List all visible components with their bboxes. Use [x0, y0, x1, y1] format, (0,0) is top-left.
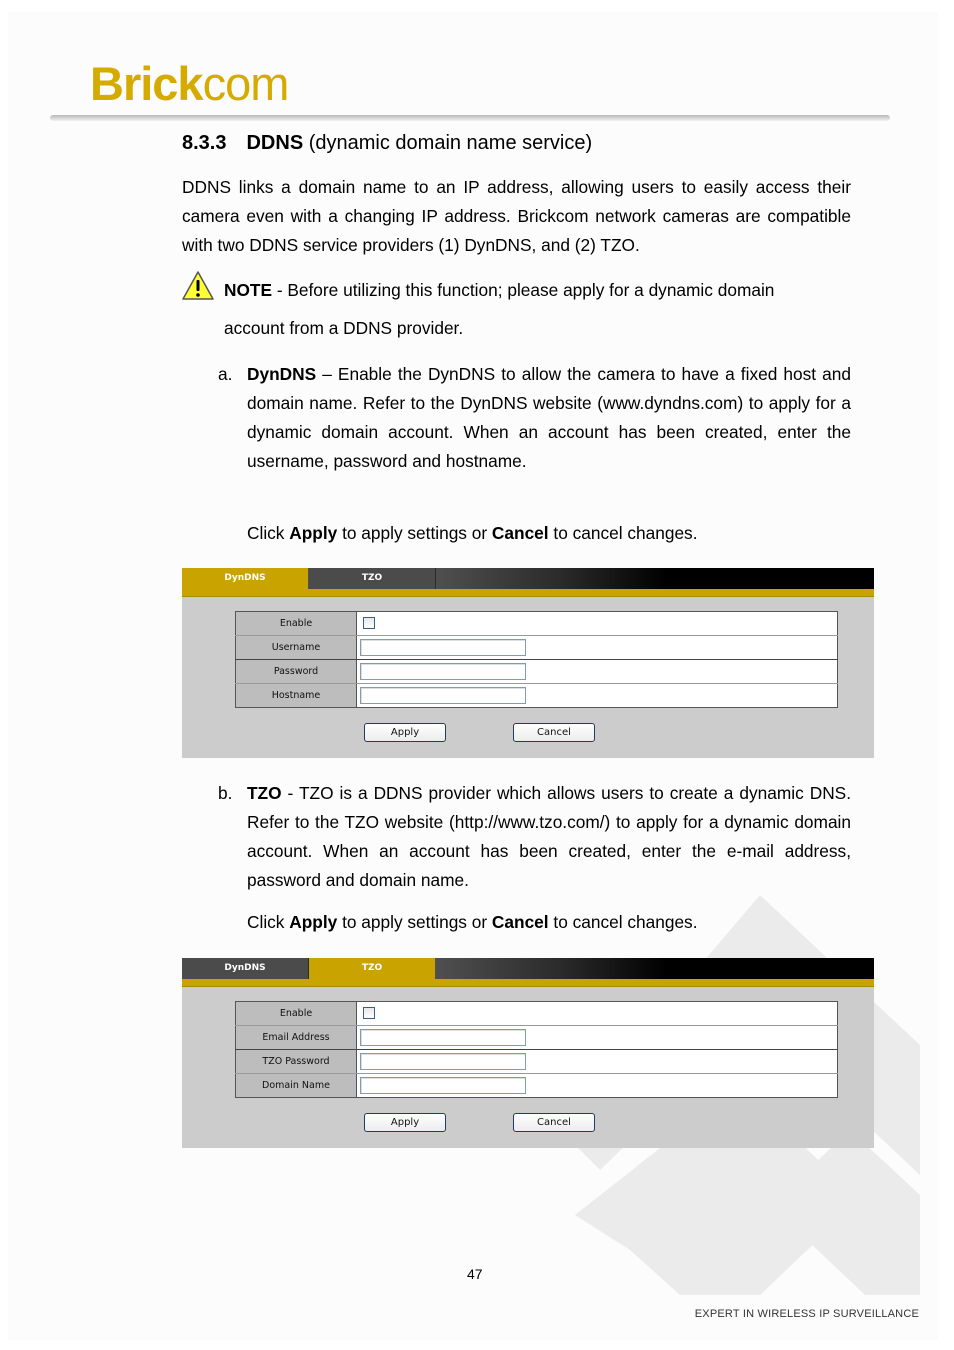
form-row: Email Address: [235, 1025, 838, 1050]
tzo-form: Enable Email Address TZO Password Domain…: [235, 1001, 838, 1098]
form-row: Enable: [235, 611, 838, 636]
field-label: Enable: [235, 1001, 357, 1026]
field-label: Hostname: [235, 683, 357, 708]
note-line-2: account from a DDNS provider.: [224, 318, 464, 338]
footer-tagline: EXPERT IN WIRELESS IP SURVEILLANCE: [694, 1308, 919, 1320]
form-row: Password: [235, 659, 838, 684]
username-input[interactable]: [360, 639, 526, 656]
intro-paragraph: DDNS links a domain name to an IP addres…: [182, 177, 851, 255]
field-label: Username: [235, 635, 357, 660]
form-row: Domain Name: [235, 1073, 838, 1098]
form-row: Enable: [235, 1001, 838, 1026]
tab-dyndns[interactable]: DynDNS: [182, 568, 308, 589]
field-label: Email Address: [235, 1025, 357, 1050]
form-row: Hostname: [235, 683, 838, 708]
tab-underline: [182, 979, 874, 987]
password-input[interactable]: [360, 663, 526, 680]
section-subtitle: (dynamic domain name service): [308, 132, 593, 154]
enable-checkbox[interactable]: [363, 1007, 375, 1020]
section-keyword: DDNS: [246, 132, 304, 154]
list-marker: a.: [218, 364, 233, 384]
enable-checkbox[interactable]: [363, 617, 375, 630]
field-label: Password: [235, 659, 357, 684]
apply-button[interactable]: Apply: [364, 1113, 446, 1132]
domain-name-input[interactable]: [360, 1077, 526, 1094]
form-row: TZO Password: [235, 1049, 838, 1074]
apply-button[interactable]: Apply: [364, 723, 446, 742]
dyndns-form: Enable Username Password Hostname: [235, 611, 838, 708]
field-label: TZO Password: [235, 1049, 357, 1074]
field-label: Enable: [235, 611, 357, 636]
dyndns-settings-panel: DynDNS TZO Enable Username Password Host…: [182, 568, 874, 758]
tzo-password-input[interactable]: [360, 1053, 526, 1070]
note-line-1: NOTE - Before utilizing this function; p…: [224, 280, 775, 300]
email-address-input[interactable]: [360, 1029, 526, 1046]
list-marker: b.: [218, 783, 233, 803]
list-item-text: DynDNS – Enable the DynDNS to allow the …: [247, 364, 851, 471]
list-item-text: TZO - TZO is a DDNS provider which allow…: [247, 783, 851, 890]
cancel-button[interactable]: Cancel: [513, 723, 595, 742]
tab-underline: [182, 589, 874, 597]
tab-tzo[interactable]: TZO: [309, 568, 436, 589]
form-row: Username: [235, 635, 838, 660]
section-number: 8.3.3: [182, 132, 227, 154]
warning-icon: [182, 271, 214, 300]
click-instruction-dyndns: Click Apply to apply settings or Cancel …: [247, 523, 698, 543]
click-instruction-tzo: Click Apply to apply settings or Cancel …: [247, 912, 698, 932]
cancel-button[interactable]: Cancel: [513, 1113, 595, 1132]
field-label: Domain Name: [235, 1073, 357, 1098]
brickcom-logo: Brickcom: [90, 57, 289, 110]
section-heading: 8.3.3 DDNS (dynamic domain name service): [182, 132, 592, 155]
page-number: 47: [467, 1266, 483, 1282]
header-divider: [50, 115, 890, 121]
tab-tzo[interactable]: TZO: [309, 958, 435, 979]
hostname-input[interactable]: [360, 687, 526, 704]
tzo-settings-panel: DynDNS TZO Enable Email Address TZO Pass…: [182, 958, 874, 1148]
tab-dyndns[interactable]: DynDNS: [182, 958, 309, 979]
